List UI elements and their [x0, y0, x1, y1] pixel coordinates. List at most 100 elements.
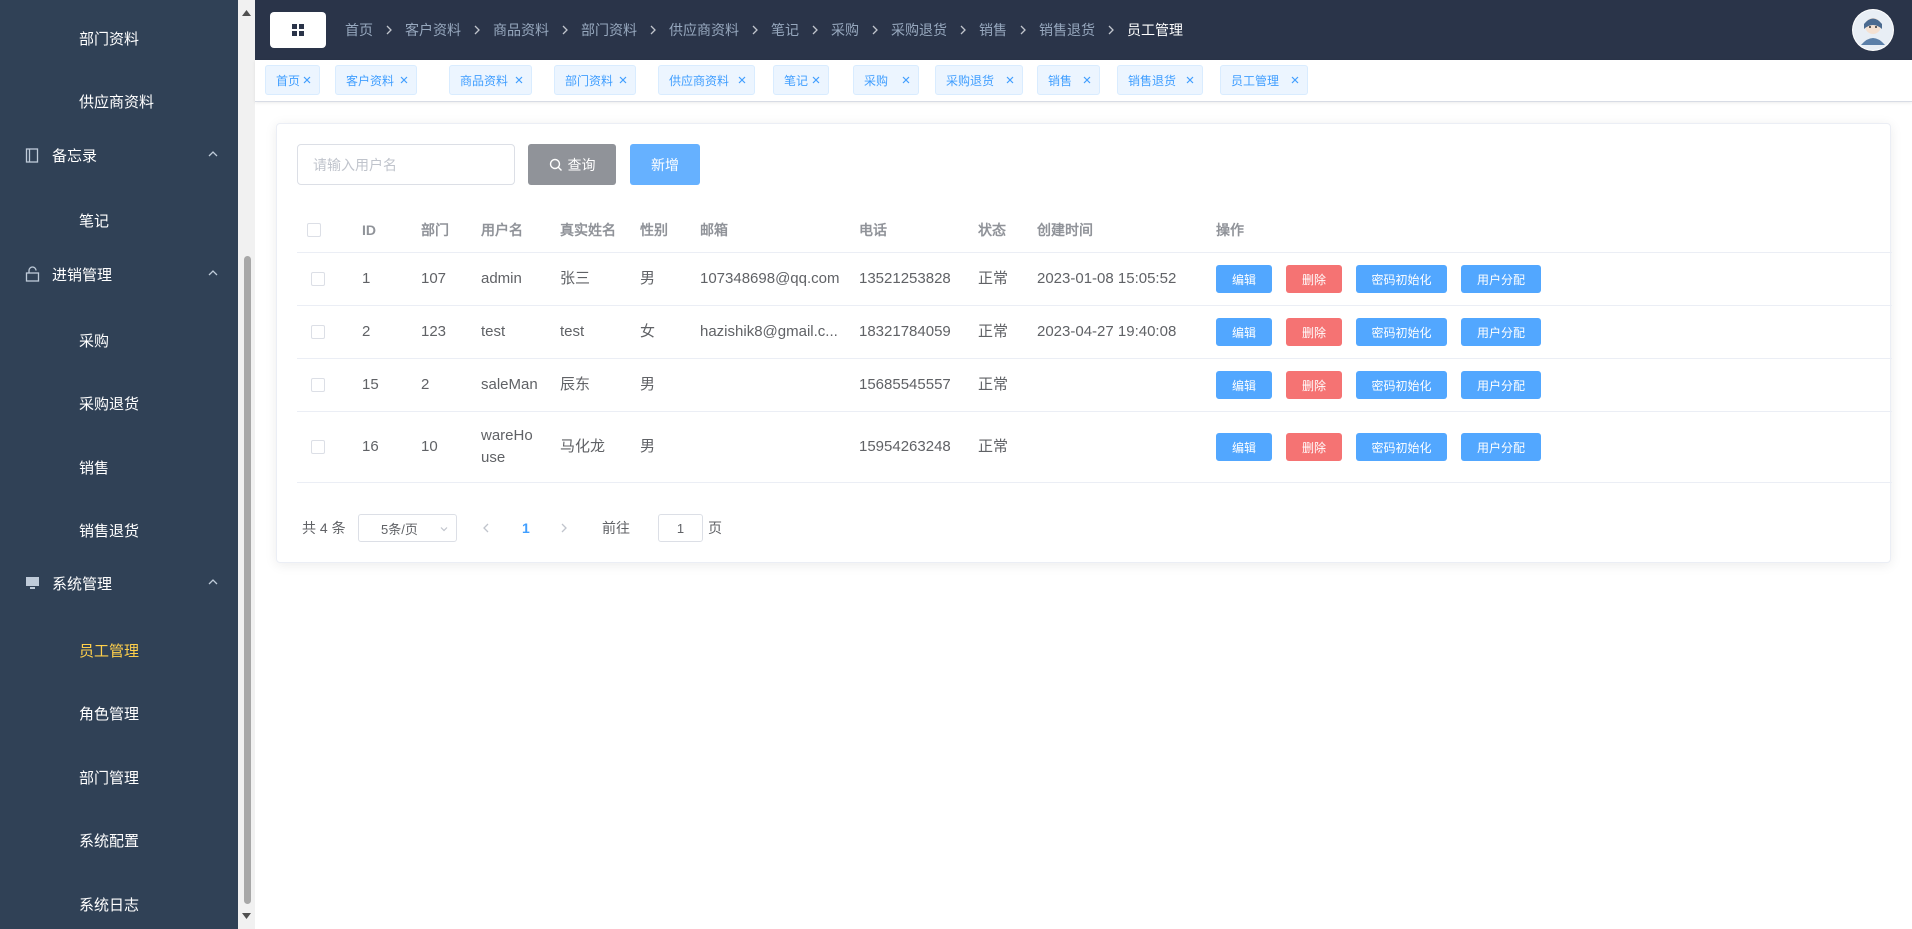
breadcrumb-item[interactable]: 客户资料	[405, 20, 461, 40]
tag-supplier[interactable]: 供应商资料	[658, 65, 755, 95]
sidebar-item-label: 供应商资料	[79, 93, 155, 111]
close-icon[interactable]	[900, 74, 912, 86]
row-checkbox[interactable]	[311, 440, 325, 454]
cell-gender: 男	[640, 376, 656, 393]
tag-employee-mgmt[interactable]: 员工管理	[1220, 65, 1308, 95]
delete-button[interactable]: 删除	[1286, 265, 1342, 293]
tag-purchase-return[interactable]: 采购退货	[935, 65, 1023, 95]
goto-page-input[interactable]	[658, 514, 703, 542]
tag-goods[interactable]: 商品资料	[449, 65, 532, 95]
close-icon[interactable]	[513, 74, 525, 86]
close-icon[interactable]	[617, 74, 629, 86]
sidebar-item-role-mgmt[interactable]: 角色管理	[0, 693, 238, 733]
row-checkbox[interactable]	[311, 378, 325, 392]
sidebar-item-sys-log[interactable]: 系统日志	[0, 884, 238, 924]
breadcrumb-item[interactable]: 采购退货	[891, 20, 947, 40]
sidebar-item-dept-info[interactable]: 部门资料	[0, 18, 238, 58]
cell-gender: 男	[640, 438, 656, 455]
delete-button[interactable]: 删除	[1286, 371, 1342, 399]
breadcrumb-item[interactable]: 销售退货	[1039, 20, 1095, 40]
edit-button[interactable]: 编辑	[1216, 265, 1272, 293]
sidebar-item-notes[interactable]: 笔记	[0, 200, 238, 240]
sidebar-item-supplier-info[interactable]: 供应商资料	[0, 81, 238, 121]
username-search-input[interactable]	[297, 144, 515, 185]
assign-user-button[interactable]: 用户分配	[1461, 433, 1541, 461]
tag-home[interactable]: 首页	[265, 65, 320, 95]
sidebar-item-dept-mgmt[interactable]: 部门管理	[0, 757, 238, 797]
reset-password-button[interactable]: 密码初始化	[1356, 371, 1447, 399]
edit-button[interactable]: 编辑	[1216, 433, 1272, 461]
scroll-down-arrow-icon[interactable]	[241, 911, 252, 921]
col-header-id[interactable]: ID	[362, 208, 376, 252]
chevron-up-icon	[206, 147, 220, 161]
user-avatar[interactable]	[1852, 9, 1894, 51]
hamburger-button[interactable]	[270, 12, 326, 48]
close-icon[interactable]	[1184, 74, 1196, 86]
grid-icon	[292, 24, 304, 36]
chevron-right-icon	[473, 24, 481, 36]
col-header-dept[interactable]: 部门	[421, 208, 449, 252]
edit-button[interactable]: 编辑	[1216, 371, 1272, 399]
col-header-phone[interactable]: 电话	[859, 208, 887, 252]
sidebar-item-employee-mgmt[interactable]: 员工管理	[0, 630, 238, 670]
col-header-status[interactable]: 状态	[978, 208, 1006, 252]
cell-email: hazishik8@gmail.c...	[700, 323, 838, 340]
add-button[interactable]: 新增	[630, 144, 700, 185]
close-icon[interactable]	[810, 74, 822, 86]
delete-button[interactable]: 删除	[1286, 433, 1342, 461]
sidebar-item-sys-config[interactable]: 系统配置	[0, 820, 238, 860]
breadcrumb-item[interactable]: 部门资料	[581, 20, 637, 40]
col-header-username[interactable]: 用户名	[481, 208, 523, 252]
row-checkbox[interactable]	[311, 325, 325, 339]
sidebar-item-purchase-return[interactable]: 采购退货	[0, 383, 238, 423]
breadcrumb-item[interactable]: 首页	[345, 20, 373, 40]
prev-page-icon[interactable]	[479, 521, 493, 535]
breadcrumb: 首页 客户资料 商品资料 部门资料 供应商资料 笔记 采购 采购退货 销售 销售…	[345, 0, 1183, 60]
close-icon[interactable]	[736, 74, 748, 86]
tag-dept[interactable]: 部门资料	[554, 65, 636, 95]
close-icon[interactable]	[301, 74, 313, 86]
col-header-gender[interactable]: 性别	[640, 208, 668, 252]
sidebar-group-system[interactable]: 系统管理	[0, 563, 238, 603]
tag-label: 员工管理	[1231, 73, 1280, 88]
delete-button[interactable]: 删除	[1286, 318, 1342, 346]
breadcrumb-item[interactable]: 笔记	[771, 20, 799, 40]
reset-password-button[interactable]: 密码初始化	[1356, 433, 1447, 461]
page-number-current[interactable]: 1	[522, 514, 530, 542]
row-checkbox[interactable]	[311, 272, 325, 286]
edit-button[interactable]: 编辑	[1216, 318, 1272, 346]
assign-user-button[interactable]: 用户分配	[1461, 265, 1541, 293]
scrollbar-thumb[interactable]	[244, 256, 251, 904]
chevron-right-icon	[959, 24, 967, 36]
tag-purchase[interactable]: 采购	[853, 65, 919, 95]
breadcrumb-item[interactable]: 销售	[979, 20, 1007, 40]
query-button[interactable]: 查询	[528, 144, 616, 185]
tag-sales-return[interactable]: 销售退货	[1117, 65, 1203, 95]
close-icon[interactable]	[1081, 74, 1093, 86]
reset-password-button[interactable]: 密码初始化	[1356, 265, 1447, 293]
scroll-up-arrow-icon[interactable]	[241, 8, 252, 18]
sidebar-item-sales[interactable]: 销售	[0, 447, 238, 487]
close-icon[interactable]	[398, 74, 410, 86]
page-size-select[interactable]: 5条/页	[358, 514, 457, 542]
col-header-created[interactable]: 创建时间	[1037, 208, 1093, 252]
assign-user-button[interactable]: 用户分配	[1461, 318, 1541, 346]
sidebar-group-purchase-sales[interactable]: 进销管理	[0, 254, 238, 294]
breadcrumb-item[interactable]: 采购	[831, 20, 859, 40]
col-header-realname[interactable]: 真实姓名	[560, 208, 616, 252]
close-icon[interactable]	[1289, 74, 1301, 86]
tag-customer[interactable]: 客户资料	[335, 65, 417, 95]
sidebar-group-memo[interactable]: 备忘录	[0, 135, 238, 175]
sidebar-item-sales-return[interactable]: 销售退货	[0, 510, 238, 550]
reset-password-button[interactable]: 密码初始化	[1356, 318, 1447, 346]
tag-sales[interactable]: 销售	[1037, 65, 1100, 95]
breadcrumb-item[interactable]: 商品资料	[493, 20, 549, 40]
assign-user-button[interactable]: 用户分配	[1461, 371, 1541, 399]
select-all-checkbox[interactable]	[307, 223, 321, 237]
col-header-email[interactable]: 邮箱	[700, 208, 728, 252]
close-icon[interactable]	[1004, 74, 1016, 86]
next-page-icon[interactable]	[557, 521, 571, 535]
sidebar-item-purchase[interactable]: 采购	[0, 320, 238, 360]
breadcrumb-item[interactable]: 供应商资料	[669, 20, 739, 40]
tag-notes[interactable]: 笔记	[773, 65, 829, 95]
